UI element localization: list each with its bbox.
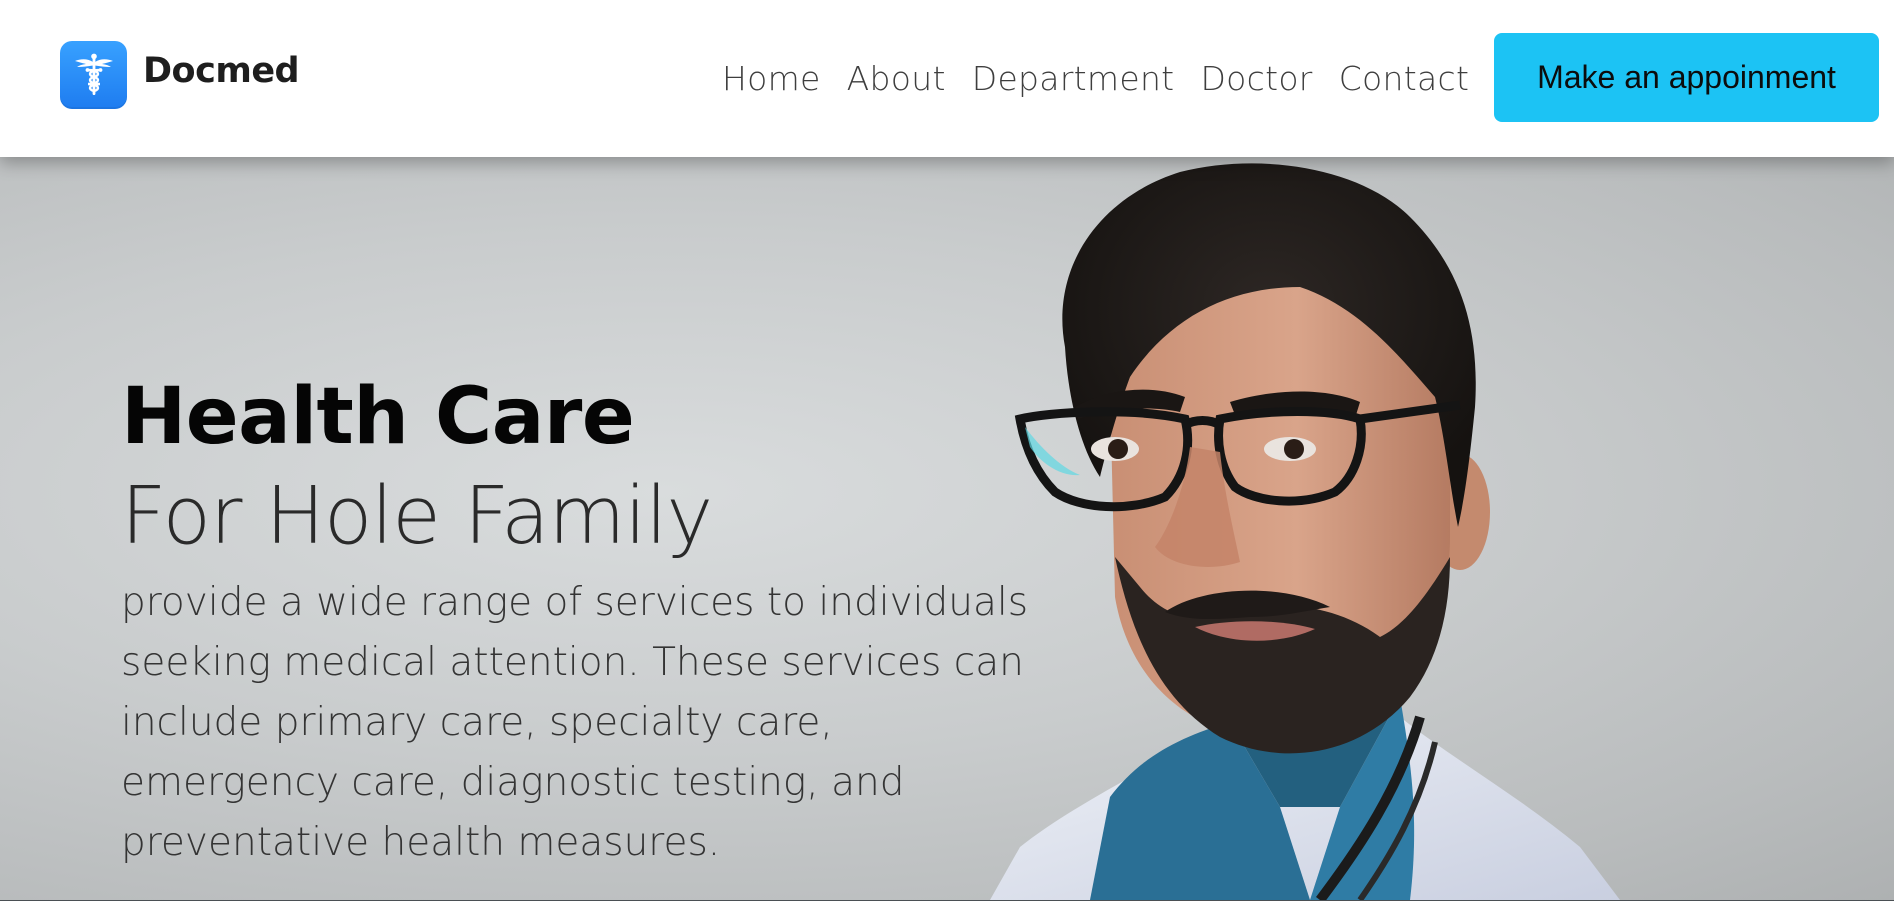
- nav-about-link[interactable]: About: [847, 62, 946, 95]
- hero-description: provide a wide range of services to indi…: [121, 580, 1029, 866]
- brand[interactable]: Docmed: [60, 41, 300, 109]
- make-appointment-button[interactable]: Make an appoinment: [1494, 33, 1879, 122]
- page: Docmed Home About Department Doctor Cont…: [0, 0, 1894, 901]
- hero-subtitle: For Hole Family: [121, 469, 713, 562]
- site-header: Docmed Home About Department Doctor Cont…: [0, 0, 1894, 157]
- doctor-portrait-image: [990, 163, 1620, 900]
- nav-department-link[interactable]: Department: [972, 62, 1175, 95]
- hero-section: Health Care For Hole Family provide a wi…: [0, 157, 1894, 900]
- caduceus-icon: [60, 41, 127, 109]
- hero-text-block: Health Care For Hole Family provide a wi…: [121, 372, 1041, 873]
- nav-home-link[interactable]: Home: [722, 62, 821, 95]
- nav-contact-link[interactable]: Contact: [1339, 62, 1470, 95]
- nav-doctor-link[interactable]: Doctor: [1200, 62, 1312, 95]
- brand-name: Docmed: [143, 50, 300, 91]
- hero-title: Health Care: [121, 372, 635, 462]
- main-nav: Home About Department Doctor Contact: [722, 56, 1469, 100]
